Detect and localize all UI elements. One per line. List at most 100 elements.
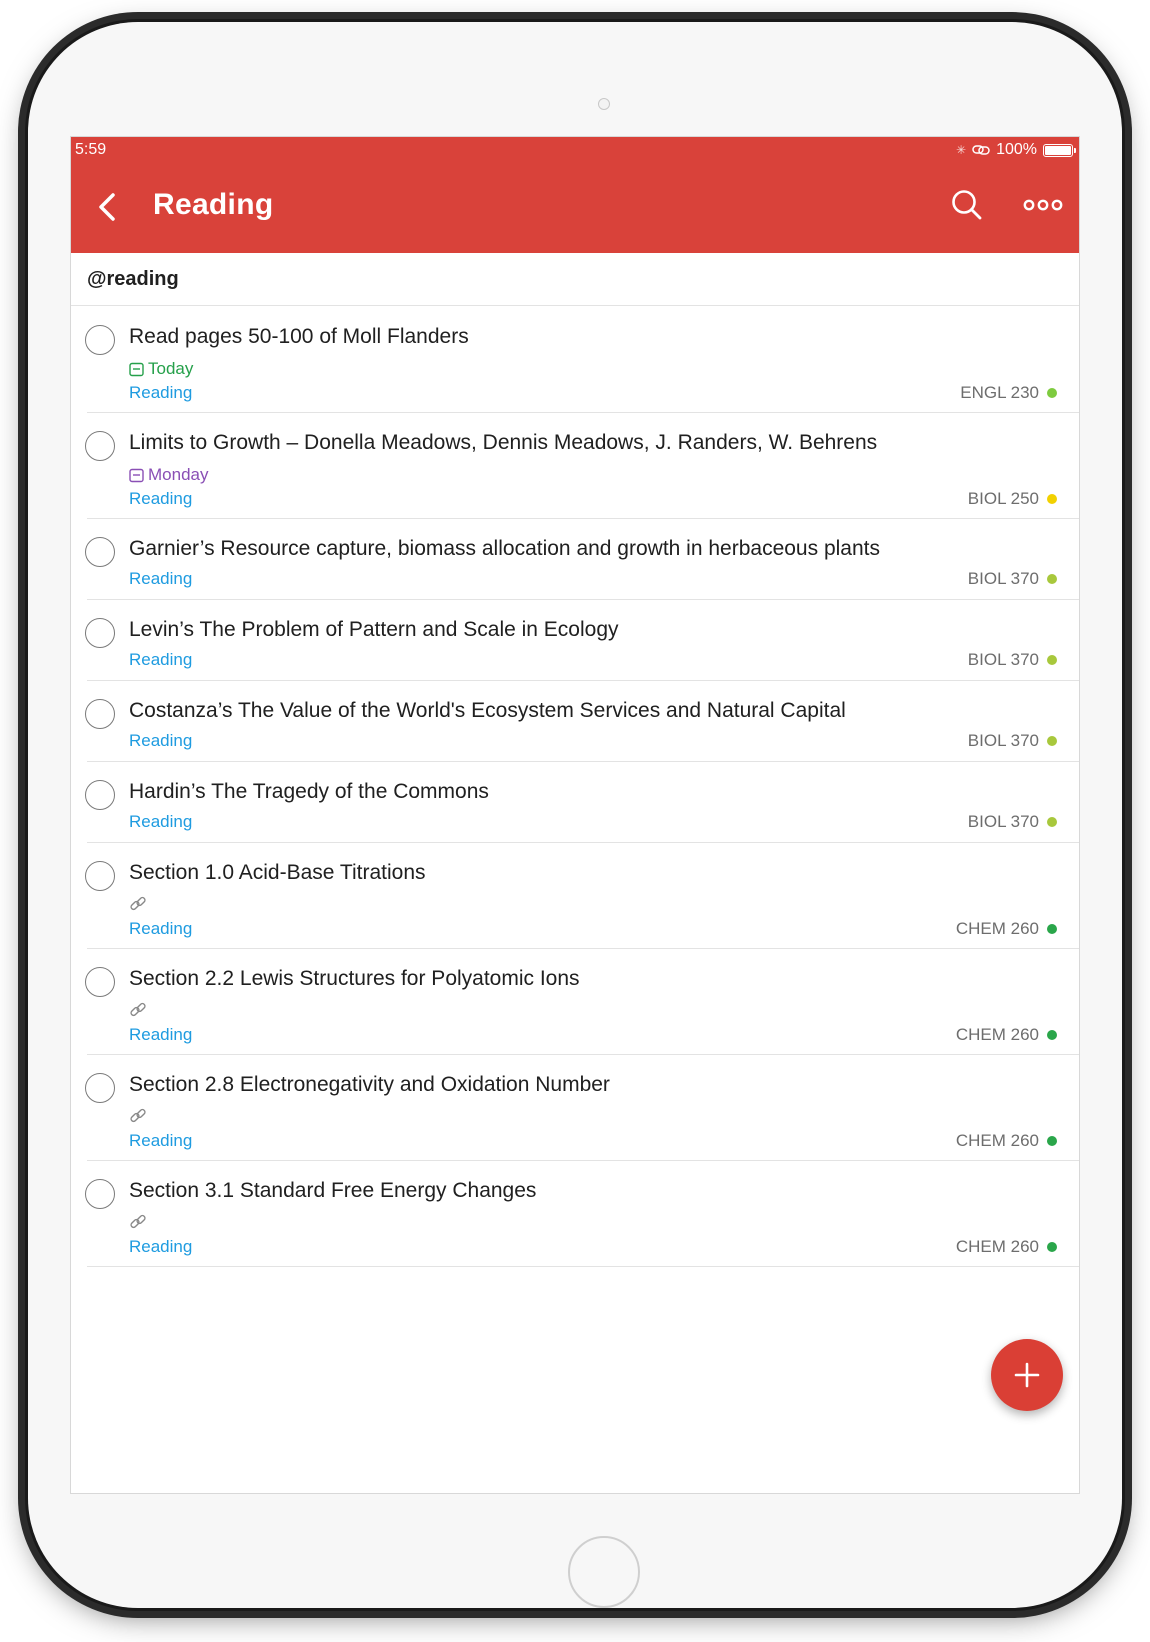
task-label[interactable]: Reading bbox=[129, 650, 192, 670]
task-project-name: BIOL 370 bbox=[967, 569, 1039, 588]
task-project[interactable]: BIOL 370 bbox=[968, 569, 1057, 589]
task-label[interactable]: Reading bbox=[129, 383, 192, 403]
activity-spinner-icon: ✳ bbox=[956, 143, 967, 157]
task-row[interactable]: Garnier’s Resource capture, biomass allo… bbox=[71, 519, 1079, 600]
add-task-button[interactable] bbox=[991, 1339, 1063, 1411]
task-complete-checkbox[interactable] bbox=[85, 1179, 115, 1209]
task-row[interactable]: Levin’s The Problem of Pattern and Scale… bbox=[71, 600, 1079, 681]
project-color-dot bbox=[1047, 574, 1057, 584]
task-due-label: Monday bbox=[148, 465, 209, 484]
task-label[interactable]: Reading bbox=[129, 919, 192, 939]
task-row[interactable]: Hardin’s The Tragedy of the Commons Readi… bbox=[71, 762, 1079, 843]
task-project-name: BIOL 370 bbox=[967, 731, 1039, 750]
project-color-dot bbox=[1047, 1242, 1057, 1252]
task-label[interactable]: Reading bbox=[129, 569, 192, 589]
task-title[interactable]: Costanza’s The Value of the World's Ecos… bbox=[129, 699, 846, 723]
navigation-bar: Reading bbox=[71, 161, 1079, 253]
front-camera bbox=[598, 98, 610, 110]
task-project[interactable]: BIOL 370 bbox=[968, 812, 1057, 832]
task-complete-checkbox[interactable] bbox=[85, 967, 115, 997]
task-label[interactable]: Reading bbox=[129, 812, 192, 832]
task-complete-checkbox[interactable] bbox=[85, 537, 115, 567]
plus-icon bbox=[1014, 1362, 1040, 1388]
task-row[interactable]: Read pages 50-100 of Moll Flanders Today R… bbox=[71, 307, 1079, 413]
task-row[interactable]: Section 2.2 Lewis Structures for Polyato… bbox=[71, 949, 1079, 1055]
task-complete-checkbox[interactable] bbox=[85, 699, 115, 729]
task-title[interactable]: Hardin’s The Tragedy of the Commons bbox=[129, 780, 489, 804]
project-color-dot bbox=[1047, 1030, 1057, 1040]
project-color-dot bbox=[1047, 1136, 1057, 1146]
task-row[interactable]: Section 1.0 Acid-Base Titrations Reading C… bbox=[71, 843, 1079, 949]
task-project[interactable]: BIOL 370 bbox=[968, 731, 1057, 751]
task-title[interactable]: Section 1.0 Acid-Base Titrations bbox=[129, 861, 426, 885]
task-complete-checkbox[interactable] bbox=[85, 1073, 115, 1103]
task-row[interactable]: Limits to Growth – Donella Meadows, Denn… bbox=[71, 413, 1079, 519]
task-label[interactable]: Reading bbox=[129, 731, 192, 751]
link-icon[interactable] bbox=[129, 1213, 147, 1231]
task-due-date: Today bbox=[129, 359, 193, 379]
status-right: ✳ 100% bbox=[956, 141, 1076, 159]
task-label[interactable]: Reading bbox=[129, 1025, 192, 1045]
battery-icon bbox=[1043, 143, 1076, 157]
task-project[interactable]: ENGL 230 bbox=[960, 383, 1057, 403]
chevron-left-icon bbox=[99, 193, 115, 221]
task-project[interactable]: BIOL 370 bbox=[968, 650, 1057, 670]
task-project[interactable]: CHEM 260 bbox=[956, 1025, 1057, 1045]
task-project[interactable]: CHEM 260 bbox=[956, 919, 1057, 939]
battery-percentage: 100% bbox=[996, 141, 1037, 158]
task-project-name: CHEM 260 bbox=[955, 1025, 1039, 1044]
task-title[interactable]: Section 2.2 Lewis Structures for Polyato… bbox=[129, 967, 580, 991]
task-complete-checkbox[interactable] bbox=[85, 861, 115, 891]
task-title[interactable]: Levin’s The Problem of Pattern and Scale… bbox=[129, 618, 619, 642]
search-button[interactable] bbox=[949, 187, 985, 223]
calendar-icon bbox=[129, 362, 144, 376]
task-title[interactable]: Limits to Growth – Donella Meadows, Denn… bbox=[129, 431, 877, 455]
calendar-icon bbox=[129, 468, 144, 482]
project-color-dot bbox=[1047, 388, 1057, 398]
divider bbox=[87, 1266, 1079, 1267]
link-icon[interactable] bbox=[129, 1107, 147, 1125]
task-project-name: CHEM 260 bbox=[955, 919, 1039, 938]
more-options-button[interactable] bbox=[1023, 189, 1063, 221]
screen-mirroring-icon bbox=[972, 145, 990, 155]
task-label[interactable]: Reading bbox=[129, 489, 192, 509]
task-project[interactable]: BIOL 250 bbox=[968, 489, 1057, 509]
back-button[interactable] bbox=[91, 189, 123, 225]
task-row[interactable]: Costanza’s The Value of the World's Ecos… bbox=[71, 681, 1079, 762]
status-time: 5:59 bbox=[75, 141, 107, 158]
task-complete-checkbox[interactable] bbox=[85, 780, 115, 810]
battery-fill bbox=[1045, 145, 1071, 155]
task-list: Read pages 50-100 of Moll Flanders Today R… bbox=[71, 307, 1079, 1267]
task-title[interactable]: Garnier’s Resource capture, biomass allo… bbox=[129, 537, 880, 561]
task-complete-checkbox[interactable] bbox=[85, 325, 115, 355]
task-row[interactable]: Section 3.1 Standard Free Energy Changes… bbox=[71, 1161, 1079, 1267]
home-button[interactable] bbox=[568, 1536, 640, 1608]
status-bar: 5:59 ✳ 100% bbox=[71, 137, 1079, 161]
task-title[interactable]: Read pages 50-100 of Moll Flanders bbox=[129, 325, 469, 349]
task-project-name: BIOL 250 bbox=[967, 489, 1039, 508]
project-color-dot bbox=[1047, 736, 1057, 746]
link-icon[interactable] bbox=[129, 895, 147, 913]
task-complete-checkbox[interactable] bbox=[85, 618, 115, 648]
task-project-name: BIOL 370 bbox=[967, 650, 1039, 669]
link-icon[interactable] bbox=[129, 1001, 147, 1019]
project-color-dot bbox=[1047, 494, 1057, 504]
app-screen: 5:59 ✳ 100% Reading @reading Read pages … bbox=[70, 136, 1080, 1494]
task-row[interactable]: Section 2.8 Electronegativity and Oxidat… bbox=[71, 1055, 1079, 1161]
task-title[interactable]: Section 3.1 Standard Free Energy Changes bbox=[129, 1179, 536, 1203]
task-project[interactable]: CHEM 260 bbox=[956, 1131, 1057, 1151]
task-project-name: BIOL 370 bbox=[967, 812, 1039, 831]
more-horizontal-icon bbox=[1023, 199, 1063, 211]
filter-header: @reading bbox=[71, 253, 1079, 306]
task-title[interactable]: Section 2.8 Electronegativity and Oxidat… bbox=[129, 1073, 610, 1097]
page-title: Reading bbox=[153, 188, 274, 221]
search-icon bbox=[952, 190, 982, 220]
project-color-dot bbox=[1047, 655, 1057, 665]
task-project[interactable]: CHEM 260 bbox=[956, 1237, 1057, 1257]
task-project-name: CHEM 260 bbox=[955, 1237, 1039, 1256]
task-label[interactable]: Reading bbox=[129, 1237, 192, 1257]
project-color-dot bbox=[1047, 924, 1057, 934]
task-label[interactable]: Reading bbox=[129, 1131, 192, 1151]
task-complete-checkbox[interactable] bbox=[85, 431, 115, 461]
task-project-name: CHEM 260 bbox=[955, 1131, 1039, 1150]
